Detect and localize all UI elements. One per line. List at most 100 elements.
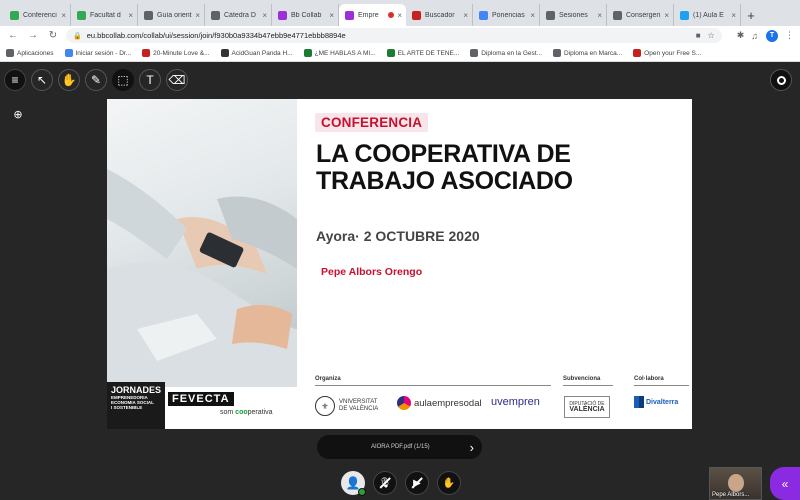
- bookmark-item[interactable]: Iniciar sesión - Dr...: [64, 49, 131, 57]
- close-tab-icon[interactable]: ×: [61, 11, 66, 20]
- bookmark-item[interactable]: ¿ME HABLAS A MI...: [303, 49, 376, 57]
- bookmark-favicon-icon: [470, 49, 479, 57]
- slide-title-line1: LA COOPERATIVA DE: [316, 140, 571, 168]
- address-url[interactable]: eu.bbcollab.com/collab/ui/session/join/f…: [87, 31, 689, 40]
- raise-hand-button[interactable]: ✋: [437, 471, 461, 495]
- tab-title: Guía orient: [157, 11, 192, 19]
- media-icon[interactable]: ♫: [751, 31, 758, 41]
- shapes-icon[interactable]: ⬚: [112, 69, 134, 91]
- next-slide-icon[interactable]: ›: [470, 440, 474, 455]
- tab-favicon-icon: [613, 10, 622, 20]
- browser-tab[interactable]: Sesiones ×: [540, 4, 607, 26]
- uv-logo: ⚜ VNIVERSITAT DE VALÈNCIA: [315, 396, 378, 416]
- lock-icon: 🔒: [73, 32, 82, 40]
- browser-tab[interactable]: Buscador ×: [406, 4, 473, 26]
- close-tab-icon[interactable]: ×: [664, 11, 669, 20]
- close-tab-icon[interactable]: ×: [128, 11, 133, 20]
- aula-logo: aulaempresodal: [397, 396, 482, 410]
- participant-video[interactable]: Pepe Albors...: [709, 467, 762, 500]
- recording-indicator-icon: [388, 12, 395, 18]
- pointer-tool-icon[interactable]: ↖: [31, 69, 53, 91]
- close-tab-icon[interactable]: ×: [195, 11, 200, 20]
- file-navigation-bar: AIORA PDF.pdf (1/15) ›: [317, 435, 482, 459]
- section-organiza: Organiza: [315, 376, 341, 382]
- jornades-logo: JORNADES EMPRENEDORIA ECONOMIA SOCIAL I …: [107, 382, 165, 429]
- bookmark-item[interactable]: Diploma en la Gest...: [470, 49, 542, 57]
- close-tab-icon[interactable]: ×: [597, 11, 602, 20]
- divider: [563, 385, 613, 386]
- bookmark-item[interactable]: Aplicaciones: [6, 49, 54, 57]
- close-tab-icon[interactable]: ×: [530, 11, 535, 20]
- tab-title: Ponencias: [492, 11, 525, 19]
- bookmark-favicon-icon: [386, 49, 395, 57]
- tab-title: Càtedra D: [224, 11, 256, 19]
- reload-icon[interactable]: ↻: [46, 29, 60, 43]
- microphone-button[interactable]: 🎙: [373, 471, 397, 495]
- browser-tab[interactable]: Empre ×: [339, 4, 406, 26]
- bookmark-label: 20-Minute Love &...: [153, 49, 210, 57]
- tab-title: Facultat d: [90, 11, 121, 19]
- session-controls: 👤 🎙 ▶ ✋: [341, 471, 469, 496]
- divalterra-logo: Divalterra: [634, 396, 678, 408]
- status-dot: [358, 488, 366, 496]
- back-icon[interactable]: ←: [6, 29, 20, 43]
- browser-tab[interactable]: Conferenci ×: [4, 4, 71, 26]
- bookmark-item[interactable]: Diploma en Marca...: [553, 49, 622, 57]
- browser-tab[interactable]: Càtedra D ×: [205, 4, 272, 26]
- bookmark-label: Diploma en la Gest...: [481, 49, 542, 57]
- bookmark-item[interactable]: EL ARTE DE TENE...: [386, 49, 459, 57]
- eraser-icon[interactable]: ⌫: [166, 69, 188, 91]
- forward-icon[interactable]: →: [26, 29, 40, 43]
- extensions-icon[interactable]: ✱: [737, 30, 745, 41]
- close-tab-icon[interactable]: ×: [731, 11, 736, 20]
- menu-icon[interactable]: ≡: [4, 69, 26, 91]
- tab-favicon-icon: [546, 10, 555, 20]
- browser-tab-strip: Conferenci × Facultat d × Guía orient × Càtedr…: [0, 0, 800, 26]
- bookmark-item[interactable]: AcidGuan Panda H...: [220, 49, 293, 57]
- divider: [315, 385, 551, 386]
- tab-favicon-icon: [680, 10, 689, 20]
- close-tab-icon[interactable]: ×: [397, 11, 402, 20]
- my-status-avatar[interactable]: 👤: [341, 471, 366, 496]
- record-button[interactable]: [770, 69, 792, 91]
- profile-avatar[interactable]: T: [766, 29, 778, 42]
- camera-icon[interactable]: ■: [696, 31, 701, 40]
- pencil-icon[interactable]: ✎: [85, 69, 107, 91]
- tab-title: (1) Aula E: [693, 11, 724, 19]
- browser-tab[interactable]: Guía orient ×: [138, 4, 205, 26]
- star-icon[interactable]: ☆: [708, 31, 715, 40]
- divalterra-mark-icon: [634, 396, 644, 408]
- browser-tab[interactable]: Facultat d ×: [71, 4, 138, 26]
- tab-title: Conferenci: [23, 11, 57, 19]
- browser-tab[interactable]: Ponencias ×: [473, 4, 540, 26]
- slide-title: LA COOPERATIVA DE TRABAJO ASOCIADO: [316, 141, 573, 195]
- bookmark-item[interactable]: 20-Minute Love &...: [142, 49, 210, 57]
- file-name: AIORA PDF.pdf (1/15): [370, 444, 430, 450]
- bookmarks-bar: Aplicaciones Iniciar sesión - Dr... 20-Min…: [0, 45, 800, 62]
- bookmark-item[interactable]: Open your Free S...: [633, 49, 701, 57]
- browser-tab[interactable]: (1) Aula E ×: [674, 4, 741, 26]
- diputacio-logo: DIPUTACIÓ DE VALÈNCIA: [564, 396, 610, 418]
- pan-hand-icon[interactable]: ✋: [58, 69, 80, 91]
- slide-photo: [107, 99, 297, 387]
- annotation-toolbar: ≡ ↖ ✋ ✎ ⬚ T ⌫: [4, 69, 193, 91]
- text-tool-icon[interactable]: T: [139, 69, 161, 91]
- tab-title: Sesiones: [559, 11, 588, 19]
- close-tab-icon[interactable]: ×: [463, 11, 468, 20]
- more-menu-icon[interactable]: ⋮: [785, 30, 794, 41]
- divider: [634, 385, 689, 386]
- tab-title: Bb Collab: [291, 11, 322, 19]
- section-subvenciona: Subvenciona: [563, 376, 601, 382]
- close-tab-icon[interactable]: ×: [262, 11, 267, 20]
- camera-button[interactable]: ▶: [405, 471, 429, 495]
- collaborate-stage: ≡ ↖ ✋ ✎ ⬚ T ⌫ ⊕ CONFERENCIA LA COOPERATI…: [0, 62, 800, 500]
- address-bar[interactable]: 🔒 eu.bbcollab.com/collab/ui/session/join…: [66, 28, 722, 43]
- new-tab-button[interactable]: +: [741, 4, 761, 26]
- zoom-icon[interactable]: ⊕: [8, 104, 28, 124]
- bookmark-label: Open your Free S...: [644, 49, 702, 57]
- close-tab-icon[interactable]: ×: [329, 11, 334, 20]
- browser-tab[interactable]: Consergeri ×: [607, 4, 674, 26]
- browser-tab[interactable]: Bb Collab ×: [272, 4, 339, 26]
- participant-name: Pepe Albors...: [712, 492, 750, 498]
- collaborate-panel-toggle[interactable]: «: [770, 467, 800, 500]
